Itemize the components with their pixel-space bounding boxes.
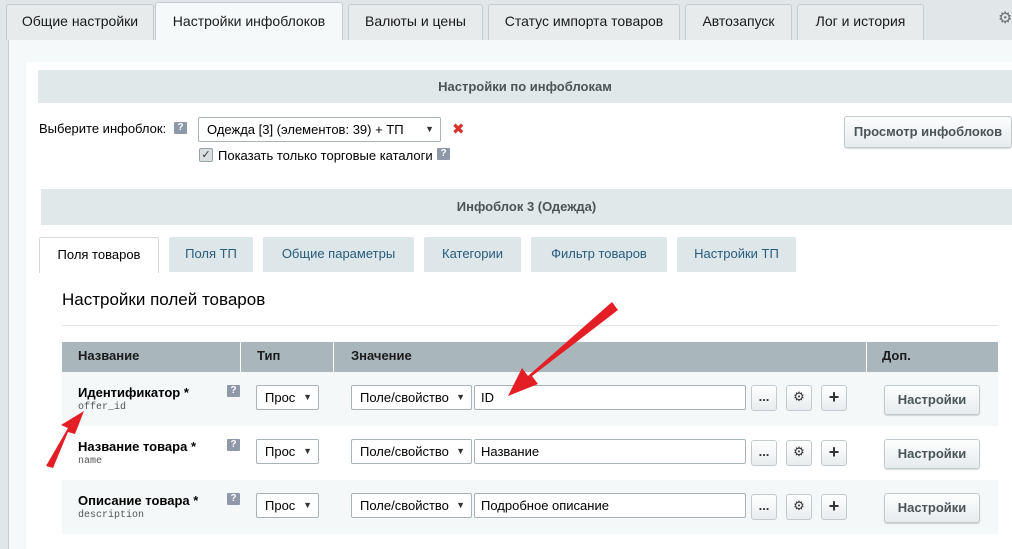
gear-icon[interactable]: ⚙ [786, 494, 812, 520]
type-select[interactable]: Прос ▼ [256, 493, 319, 518]
tab-autostart[interactable]: Автозапуск [685, 4, 792, 40]
col-separator [866, 342, 867, 372]
chevron-down-icon: ▼ [456, 500, 465, 510]
source-select-value: Поле/свойство [360, 498, 449, 513]
col-type: Тип [257, 348, 281, 363]
more-button[interactable]: ... [751, 494, 777, 520]
value-input[interactable]: Название [474, 439, 746, 464]
tab-offer-fields[interactable]: Поля ТП [169, 237, 253, 272]
iblock-title: Инфоблок 3 (Одежда) [41, 189, 1012, 225]
source-select[interactable]: Поле/свойство ▼ [351, 439, 472, 464]
field-code: name [78, 456, 103, 467]
table-header: Название Тип Значение Доп. [62, 342, 998, 372]
tab-import-status[interactable]: Статус импорта товаров [488, 4, 680, 40]
section-title-iblocks: Настройки по инфоблокам [38, 70, 1012, 103]
gear-icon[interactable]: ⚙ [786, 385, 812, 411]
type-select[interactable]: Прос ▼ [256, 439, 319, 464]
tab-offer-settings[interactable]: Настройки ТП [677, 237, 796, 272]
add-button[interactable]: + [821, 440, 847, 466]
content-heading: Настройки полей товаров [62, 290, 266, 309]
type-select[interactable]: Прос ▼ [256, 385, 319, 410]
help-icon[interactable]: ? [174, 122, 187, 134]
tab-product-filter[interactable]: Фильтр товаров [531, 237, 667, 272]
col-value: Значение [351, 348, 412, 363]
top-tabs-bar: Общие настройки Настройки инфоблоков Вал… [0, 0, 1012, 40]
source-select-value: Поле/свойство [360, 390, 449, 405]
tab-log-history[interactable]: Лог и история [797, 4, 924, 40]
chevron-down-icon: ▼ [456, 446, 465, 456]
chevron-down-icon: ▼ [425, 124, 434, 134]
help-icon[interactable]: ? [437, 148, 450, 160]
tab-iblock-settings[interactable]: Настройки инфоблоков [155, 2, 343, 40]
chevron-down-icon: ▼ [303, 500, 312, 510]
settings-button[interactable]: Настройки [884, 385, 980, 415]
table-row: Название товара * name ? Прос ▼ Поле/свой… [62, 426, 998, 480]
settings-button[interactable]: Настройки [884, 493, 980, 523]
tab-currencies-prices[interactable]: Валюты и цены [348, 4, 483, 40]
help-icon[interactable]: ? [227, 439, 240, 451]
col-separator [240, 342, 241, 372]
catalog-only-checkbox[interactable]: ✓ [199, 148, 213, 162]
more-button[interactable]: ... [751, 385, 777, 411]
value-input[interactable]: ID [474, 385, 746, 410]
field-name: Идентификатор * [78, 385, 189, 400]
gear-icon[interactable]: ⚙ [786, 440, 812, 466]
help-icon[interactable]: ? [227, 385, 240, 397]
view-iblocks-button[interactable]: Просмотр инфоблоков [844, 116, 1012, 148]
more-button[interactable]: ... [751, 440, 777, 466]
type-select-value: Прос [265, 444, 296, 459]
field-code: description [78, 510, 145, 521]
source-select-value: Поле/свойство [360, 444, 449, 459]
tab-general-params[interactable]: Общие параметры [263, 237, 414, 272]
add-button[interactable]: + [821, 494, 847, 520]
field-name: Описание товара * [78, 493, 199, 508]
tab-general-settings[interactable]: Общие настройки [6, 4, 154, 40]
divider [62, 325, 998, 326]
field-name: Название товара * [78, 439, 197, 454]
add-button[interactable]: + [821, 385, 847, 411]
gear-icon[interactable]: ⚙ [998, 8, 1012, 27]
chevron-down-icon: ▼ [456, 392, 465, 402]
catalog-only-label: Показать только торговые каталоги [218, 148, 433, 163]
tab-categories[interactable]: Категории [424, 237, 521, 272]
tab-product-fields[interactable]: Поля товаров [39, 237, 159, 273]
chevron-down-icon: ▼ [303, 446, 312, 456]
type-select-value: Прос [265, 498, 296, 513]
chevron-down-icon: ▼ [303, 392, 312, 402]
clear-icon[interactable]: ✖ [452, 120, 465, 138]
help-icon[interactable]: ? [227, 493, 240, 505]
table-row: Описание товара * description ? Прос ▼ По… [62, 480, 998, 534]
table-row: Идентификатор * offer_id ? Прос ▼ Поле/св… [62, 372, 998, 426]
iblock-select-value: Одежда [3] (элементов: 39) + ТП [207, 122, 404, 137]
field-code: offer_id [78, 402, 127, 413]
col-separator [333, 342, 334, 372]
col-extra: Доп. [882, 348, 911, 363]
select-iblock-label: Выберите инфоблок: [39, 121, 167, 136]
col-name: Название [78, 348, 140, 363]
value-input[interactable]: Подробное описание [474, 493, 746, 518]
settings-button[interactable]: Настройки [884, 439, 980, 469]
source-select[interactable]: Поле/свойство ▼ [351, 493, 472, 518]
iblock-select[interactable]: Одежда [3] (элементов: 39) + ТП ▼ [198, 117, 441, 142]
type-select-value: Прос [265, 390, 296, 405]
source-select[interactable]: Поле/свойство ▼ [351, 385, 472, 410]
